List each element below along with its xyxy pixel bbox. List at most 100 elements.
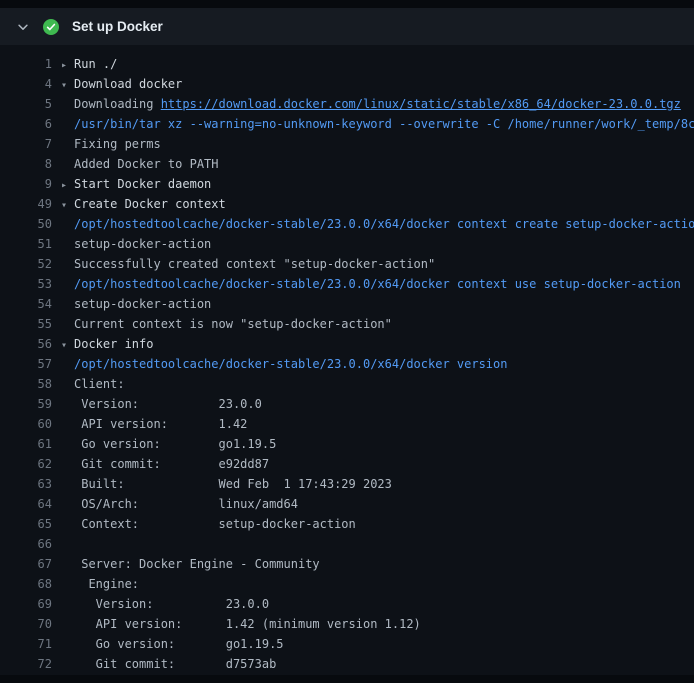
log-line: 8Added Docker to PATH: [0, 154, 694, 174]
line-content: ▸Run ./: [52, 54, 694, 74]
line-number: 50: [0, 214, 52, 234]
line-content: Version: 23.0.0: [52, 394, 694, 414]
line-content: ▾Docker info: [52, 334, 694, 354]
log-line: 63 Built: Wed Feb 1 17:43:29 2023: [0, 474, 694, 494]
step-title: Set up Docker: [72, 19, 163, 34]
log-line: 54 setup-docker-action: [0, 294, 694, 314]
log-line: 68 Engine:: [0, 574, 694, 594]
log-text: Successfully created context "setup-dock…: [74, 257, 435, 271]
line-number: 1: [0, 54, 52, 74]
chevron-collapsed-icon[interactable]: ▸: [61, 56, 74, 74]
group-title: Download docker: [74, 77, 182, 91]
line-number: 65: [0, 514, 52, 534]
line-content: Go version: go1.19.5: [52, 434, 694, 454]
log-text: Version: 23.0.0: [74, 597, 269, 611]
line-content: [52, 534, 694, 554]
line-content: API version: 1.42 (minimum version 1.12): [52, 614, 694, 634]
log-line: 52Successfully created context "setup-do…: [0, 254, 694, 274]
line-content: setup-docker-action: [52, 234, 694, 254]
log-line: 53/opt/hostedtoolcache/docker-stable/23.…: [0, 274, 694, 294]
log-line: 50/opt/hostedtoolcache/docker-stable/23.…: [0, 214, 694, 234]
success-check-icon: [43, 19, 59, 35]
line-number: 5: [0, 94, 52, 114]
line-content: Client:: [52, 374, 694, 394]
log-text: /opt/hostedtoolcache/docker-stable/23.0.…: [74, 357, 507, 371]
line-content: /opt/hostedtoolcache/docker-stable/23.0.…: [52, 274, 694, 294]
log-line: 51setup-docker-action: [0, 234, 694, 254]
log-text: Current context is now "setup-docker-act…: [74, 317, 392, 331]
line-content: ▾Create Docker context: [52, 194, 694, 214]
line-content: Current context is now "setup-docker-act…: [52, 314, 694, 334]
log-line: 59 Version: 23.0.0: [0, 394, 694, 414]
line-number: 70: [0, 614, 52, 634]
log-line: 61 Go version: go1.19.5: [0, 434, 694, 454]
log-group-header[interactable]: 49▾Create Docker context: [0, 194, 694, 214]
line-number: 54: [0, 294, 52, 314]
step-header[interactable]: Set up Docker: [0, 8, 694, 45]
log-line: 58 Client:: [0, 374, 694, 394]
log-link[interactable]: https://download.docker.com/linux/static…: [161, 97, 681, 111]
log-text: setup-docker-action: [74, 297, 211, 311]
log-line: 66: [0, 534, 694, 554]
log-line: 55 Current context is now "setup-docker-a…: [0, 314, 694, 334]
line-number: 63: [0, 474, 52, 494]
log-line: 65 Context: setup-docker-action: [0, 514, 694, 534]
chevron-down-icon[interactable]: [16, 20, 30, 34]
log-text: Client:: [74, 377, 125, 391]
line-number: 53: [0, 274, 52, 294]
log-group-header[interactable]: 9▸Start Docker daemon: [0, 174, 694, 194]
log-line: 64 OS/Arch: linux/amd64: [0, 494, 694, 514]
chevron-expanded-icon[interactable]: ▾: [61, 336, 74, 354]
log-line: 5Downloading https://download.docker.com…: [0, 94, 694, 114]
log-text: API version: 1.42 (minimum version 1.12): [74, 617, 421, 631]
line-number: 49: [0, 194, 52, 214]
line-number: 64: [0, 494, 52, 514]
line-number: 8: [0, 154, 52, 174]
log-text: Git commit: d7573ab: [74, 657, 276, 671]
line-number: 55: [0, 314, 52, 334]
line-content: Version: 23.0.0: [52, 594, 694, 614]
line-number: 71: [0, 634, 52, 654]
line-content: Successfully created context "setup-dock…: [52, 254, 694, 274]
line-number: 57: [0, 354, 52, 374]
log-line: 71 Go version: go1.19.5: [0, 634, 694, 654]
log-text: Go version: go1.19.5: [74, 637, 284, 651]
line-number: 69: [0, 594, 52, 614]
line-content: /usr/bin/tar xz --warning=no-unknown-key…: [52, 114, 694, 134]
line-number: 66: [0, 534, 52, 554]
line-content: Server: Docker Engine - Community: [52, 554, 694, 574]
line-content: Downloading https://download.docker.com/…: [52, 94, 694, 114]
log-line: 60 API version: 1.42: [0, 414, 694, 434]
log-text: Context: setup-docker-action: [74, 517, 356, 531]
line-content: Go version: go1.19.5: [52, 634, 694, 654]
line-content: Git commit: d7573ab: [52, 654, 694, 674]
log-text: Git commit: e92dd87: [74, 457, 269, 471]
line-content: /opt/hostedtoolcache/docker-stable/23.0.…: [52, 354, 694, 374]
chevron-expanded-icon[interactable]: ▾: [61, 76, 74, 94]
log-line: 72 Git commit: d7573ab: [0, 654, 694, 674]
line-number: 68: [0, 574, 52, 594]
line-content: setup-docker-action: [52, 294, 694, 314]
log-text: OS/Arch: linux/amd64: [74, 497, 298, 511]
line-content: Added Docker to PATH: [52, 154, 694, 174]
log-text: API version: 1.42: [74, 417, 247, 431]
log-text: setup-docker-action: [74, 237, 211, 251]
line-content: Engine:: [52, 574, 694, 594]
line-number: 60: [0, 414, 52, 434]
log-text: /usr/bin/tar xz --warning=no-unknown-key…: [74, 117, 694, 131]
log-group-header[interactable]: 1▸Run ./: [0, 54, 694, 74]
line-number: 6: [0, 114, 52, 134]
line-number: 58: [0, 374, 52, 394]
log-line: 6/usr/bin/tar xz --warning=no-unknown-ke…: [0, 114, 694, 134]
chevron-expanded-icon[interactable]: ▾: [61, 196, 74, 214]
line-content: Built: Wed Feb 1 17:43:29 2023: [52, 474, 694, 494]
chevron-collapsed-icon[interactable]: ▸: [61, 176, 74, 194]
log-line: 7Fixing perms: [0, 134, 694, 154]
log-group-header[interactable]: 56▾Docker info: [0, 334, 694, 354]
log-line: 69 Version: 23.0.0: [0, 594, 694, 614]
group-title: Run ./: [74, 57, 117, 71]
line-content: Git commit: e92dd87: [52, 454, 694, 474]
log-text: Go version: go1.19.5: [74, 437, 276, 451]
log-group-header[interactable]: 4▾Download docker: [0, 74, 694, 94]
line-number: 59: [0, 394, 52, 414]
